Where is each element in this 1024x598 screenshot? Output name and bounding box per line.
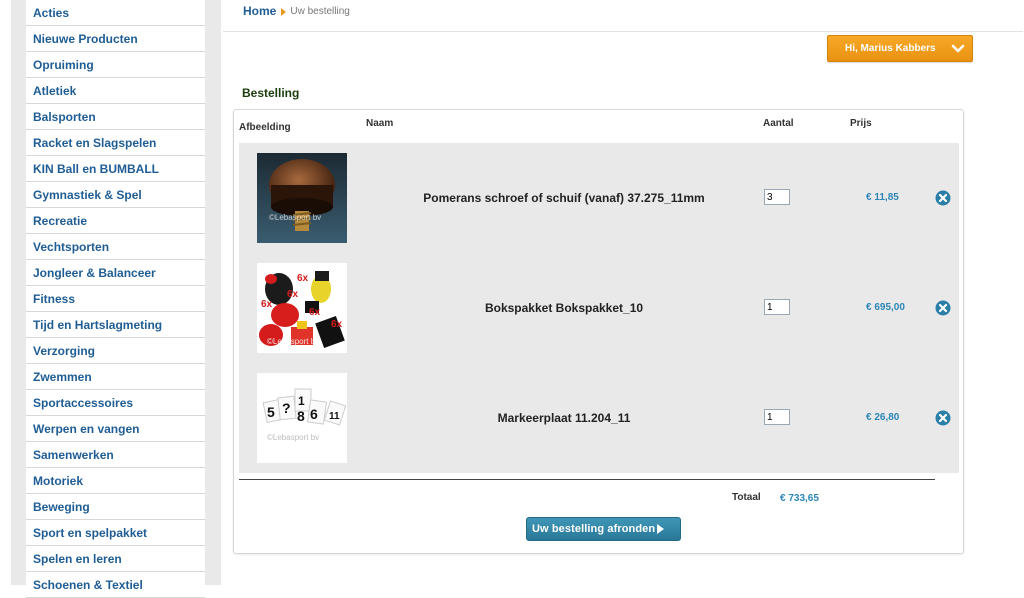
column-header-image: Afbeelding [239, 122, 291, 133]
svg-text:6x: 6x [331, 319, 343, 330]
sidebar-item[interactable]: Beweging [26, 494, 205, 520]
order-row: ©Lebasport bv Pomerans schroef of schuif… [239, 143, 959, 253]
svg-text:8: 8 [297, 408, 305, 424]
svg-text:6x: 6x [309, 307, 321, 318]
svg-text:6x: 6x [297, 273, 309, 284]
sidebar-item[interactable]: Motoriek [26, 468, 205, 494]
play-arrow-icon [657, 524, 665, 534]
sidebar-item-label: Motoriek [33, 473, 84, 488]
sidebar-item[interactable]: Zwemmen [26, 364, 205, 390]
remove-item-icon[interactable] [935, 190, 951, 206]
sidebar-item-label: Jongleer & Balanceer [33, 265, 156, 280]
product-price: € 26,80 [866, 412, 900, 423]
sidebar-item-label: Sport en spelpakket [33, 525, 148, 540]
column-header-quantity: Aantal [763, 118, 794, 129]
sidebar-item-label: Zwemmen [33, 369, 92, 384]
sidebar-item-label: Balsporten [33, 109, 96, 124]
sidebar-item-label: Fitness [33, 291, 76, 306]
sidebar-item-label: Recreatie [33, 213, 88, 228]
sidebar-item[interactable]: Sportaccessoires [26, 390, 205, 416]
quantity-input[interactable] [764, 189, 790, 205]
watermark-text: ©Lebasport bv [267, 433, 320, 442]
svg-text:6x: 6x [261, 299, 273, 310]
remove-item-icon[interactable] [935, 410, 951, 426]
quantity-input[interactable] [764, 409, 790, 425]
sidebar-item-label: Samenwerken [33, 447, 114, 462]
order-title: Bestelling [242, 86, 300, 100]
breadcrumb-current: Uw bestelling [290, 5, 350, 17]
sidebar-item-label: Spelen en leren [33, 551, 122, 566]
order-row: 6x 6x 6x 6x 6x ©Lebasport bv Bokspakket … [239, 253, 959, 363]
header-divider [223, 31, 1023, 32]
sidebar-item[interactable]: Samenwerken [26, 442, 205, 468]
sidebar-item[interactable]: Sport en spelpakket [26, 520, 205, 546]
sidebar-item-label: Tijd en Hartslagmeting [33, 317, 163, 332]
svg-text:6: 6 [310, 406, 318, 422]
svg-text:?: ? [282, 400, 291, 416]
watermark-text: ©Lebasport bv [267, 337, 320, 346]
breadcrumb: Home Uw bestelling [243, 2, 350, 20]
svg-text:1: 1 [298, 394, 305, 408]
quantity-input[interactable] [764, 299, 790, 315]
sidebar-item-label: Werpen en vangen [33, 421, 140, 436]
sidebar-item[interactable]: Gymnastiek & Spel [26, 182, 205, 208]
sidebar-item[interactable]: Verzorging [26, 338, 205, 364]
sidebar-item-label: Racket en Slagspelen [33, 135, 157, 150]
sidebar-item[interactable]: Tijd en Hartslagmeting [26, 312, 205, 338]
user-menu-label: Hi, Marius Kabbers [845, 43, 936, 54]
product-name[interactable]: Pomerans schroef of schuif (vanaf) 37.27… [379, 143, 749, 253]
total-divider [239, 479, 935, 480]
product-name[interactable]: Markeerplaat 11.204_11 [379, 363, 749, 473]
column-header-name: Naam [366, 118, 394, 129]
user-menu-button[interactable]: Hi, Marius Kabbers [827, 35, 973, 62]
sidebar-item[interactable]: Jongleer & Balanceer [26, 260, 205, 286]
sidebar-item-label: Vechtsporten [33, 239, 110, 254]
sidebar-item-label: Nieuwe Producten [33, 31, 138, 46]
remove-item-icon[interactable] [935, 300, 951, 316]
product-image: ©Lebasport bv [257, 153, 347, 243]
sidebar-item[interactable]: Nieuwe Producten [26, 26, 205, 52]
product-name[interactable]: Bokspakket Bokspakket_10 [379, 253, 749, 363]
watermark-text: ©Lebasport bv [269, 213, 322, 222]
column-header-price: Prijs [850, 118, 872, 129]
sidebar-item[interactable]: Werpen en vangen [26, 416, 205, 442]
svg-text:5: 5 [267, 404, 275, 420]
sidebar-item[interactable]: Spelen en leren [26, 546, 205, 572]
sidebar-item-label: KIN Ball en BUMBALL [33, 161, 159, 176]
svg-text:6x: 6x [287, 289, 299, 300]
sidebar-item[interactable]: Atletiek [26, 78, 205, 104]
sidebar-item-label: Atletiek [33, 83, 77, 98]
category-sidebar: Acties Nieuwe Producten Opruiming Atletiek B… [26, 0, 205, 598]
breadcrumb-arrow-icon [281, 8, 287, 16]
checkout-label: Uw bestelling afronden [532, 523, 656, 535]
product-price: € 695,00 [866, 302, 905, 313]
sidebar-item-label: Verzorging [33, 343, 96, 358]
svg-text:11: 11 [329, 411, 340, 422]
breadcrumb-home-link[interactable]: Home [243, 4, 276, 18]
order-row: 5 ? 1 8 6 11 ©Lebasport bv Markeerplaat … [239, 363, 959, 473]
total-label: Totaal [732, 492, 761, 503]
checkout-button[interactable]: Uw bestelling afronden [526, 517, 681, 541]
sidebar-item[interactable]: Vechtsporten [26, 234, 205, 260]
sidebar-item-label: Acties [33, 5, 70, 20]
sidebar-item[interactable]: Acties [26, 0, 205, 26]
product-image: 6x 6x 6x 6x 6x ©Lebasport bv [257, 263, 347, 353]
sidebar-item[interactable]: Schoenen & Textiel [26, 572, 205, 598]
sidebar-item[interactable]: Fitness [26, 286, 205, 312]
sidebar-item[interactable]: Racket en Slagspelen [26, 130, 205, 156]
sidebar-item[interactable]: Opruiming [26, 52, 205, 78]
sidebar-item-label: Opruiming [33, 57, 94, 72]
sidebar-item[interactable]: Balsporten [26, 104, 205, 130]
sidebar-item[interactable]: Recreatie [26, 208, 205, 234]
product-price: € 11,85 [866, 192, 899, 203]
sidebar-item[interactable]: KIN Ball en BUMBALL [26, 156, 205, 182]
sidebar-item-label: Sportaccessoires [33, 395, 134, 410]
total-value: € 733,65 [780, 493, 819, 504]
chevron-down-icon [951, 44, 965, 52]
sidebar-item-label: Gymnastiek & Spel [33, 187, 142, 202]
sidebar-item-label: Beweging [33, 499, 90, 514]
product-image: 5 ? 1 8 6 11 ©Lebasport bv [257, 373, 347, 463]
